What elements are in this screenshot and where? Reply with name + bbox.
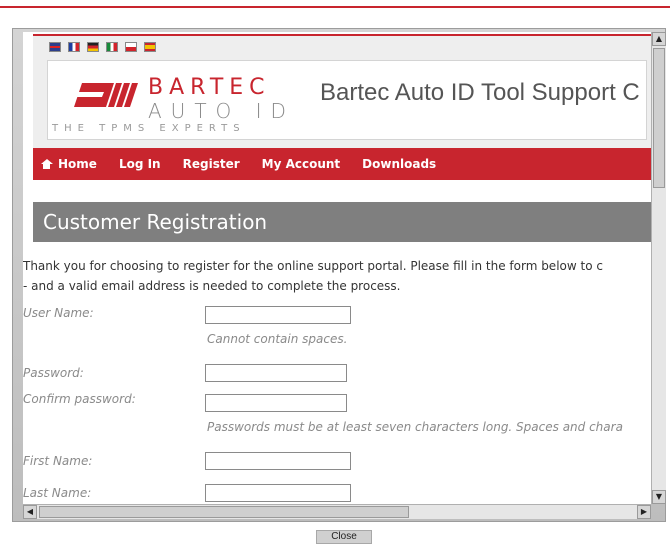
home-icon — [41, 159, 53, 169]
last-name-field[interactable] — [205, 484, 351, 502]
fr-flag-icon[interactable] — [68, 42, 80, 52]
nav-login[interactable]: Log In — [119, 157, 161, 171]
horizontal-scrollbar[interactable]: ◀ ▶ — [23, 504, 651, 519]
confirm-password-label: Confirm password: — [23, 392, 136, 406]
de-flag-icon[interactable] — [87, 42, 99, 52]
intro-line-1: Thank you for choosing to register for t… — [23, 259, 603, 273]
logo-panel: BARTEC AUTO ID THE TPMS EXPERTS Bartec A… — [47, 60, 647, 140]
pl-flag-icon[interactable] — [125, 42, 137, 52]
brand-name: BARTEC — [148, 75, 271, 100]
confirm-password-field[interactable] — [205, 394, 347, 412]
nav-home[interactable]: Home — [41, 157, 97, 171]
brand-tagline: THE TPMS EXPERTS — [52, 123, 246, 134]
nav-my-account[interactable]: My Account — [262, 157, 341, 171]
nav-home-label: Home — [58, 157, 97, 171]
brand-subname: AUTO ID — [148, 99, 295, 123]
top-red-rule — [0, 6, 670, 8]
page-title: Customer Registration — [33, 202, 651, 242]
nav-register[interactable]: Register — [183, 157, 240, 171]
intro-line-2: - and a valid email address is needed to… — [23, 279, 401, 293]
scroll-down-icon[interactable]: ▼ — [652, 490, 666, 504]
first-name-field[interactable] — [205, 452, 351, 470]
first-name-label: First Name: — [23, 454, 93, 468]
intro-text: Thank you for choosing to register for t… — [23, 256, 651, 296]
language-flags — [49, 42, 156, 52]
scroll-left-icon[interactable]: ◀ — [23, 505, 37, 519]
page-viewport: BARTEC AUTO ID THE TPMS EXPERTS Bartec A… — [23, 32, 651, 504]
username-hint: Cannot contain spaces. — [207, 332, 348, 346]
it-flag-icon[interactable] — [106, 42, 118, 52]
username-label: User Name: — [23, 306, 94, 320]
vertical-scrollbar[interactable]: ▲ ▼ — [651, 32, 666, 504]
support-window: BARTEC AUTO ID THE TPMS EXPERTS Bartec A… — [12, 28, 666, 522]
password-field[interactable] — [205, 364, 347, 382]
vertical-scroll-thumb[interactable] — [653, 48, 665, 188]
scroll-right-icon[interactable]: ▶ — [637, 505, 651, 519]
nav-downloads[interactable]: Downloads — [362, 157, 436, 171]
last-name-label: Last Name: — [23, 486, 92, 500]
username-field[interactable] — [205, 306, 351, 324]
es-flag-icon[interactable] — [144, 42, 156, 52]
close-button[interactable]: Close — [316, 530, 372, 544]
gb-flag-icon[interactable] — [49, 42, 61, 52]
site-title: Bartec Auto ID Tool Support C — [320, 79, 640, 106]
main-nav: Home Log In Register My Account Download… — [33, 148, 651, 180]
horizontal-scroll-thumb[interactable] — [39, 506, 409, 518]
site-header: BARTEC AUTO ID THE TPMS EXPERTS Bartec A… — [33, 34, 651, 166]
password-hint: Passwords must be at least seven charact… — [207, 420, 623, 434]
bartec-logo-icon — [74, 83, 138, 107]
header-red-line — [33, 34, 651, 36]
password-label: Password: — [23, 366, 84, 380]
scroll-up-icon[interactable]: ▲ — [652, 32, 666, 46]
